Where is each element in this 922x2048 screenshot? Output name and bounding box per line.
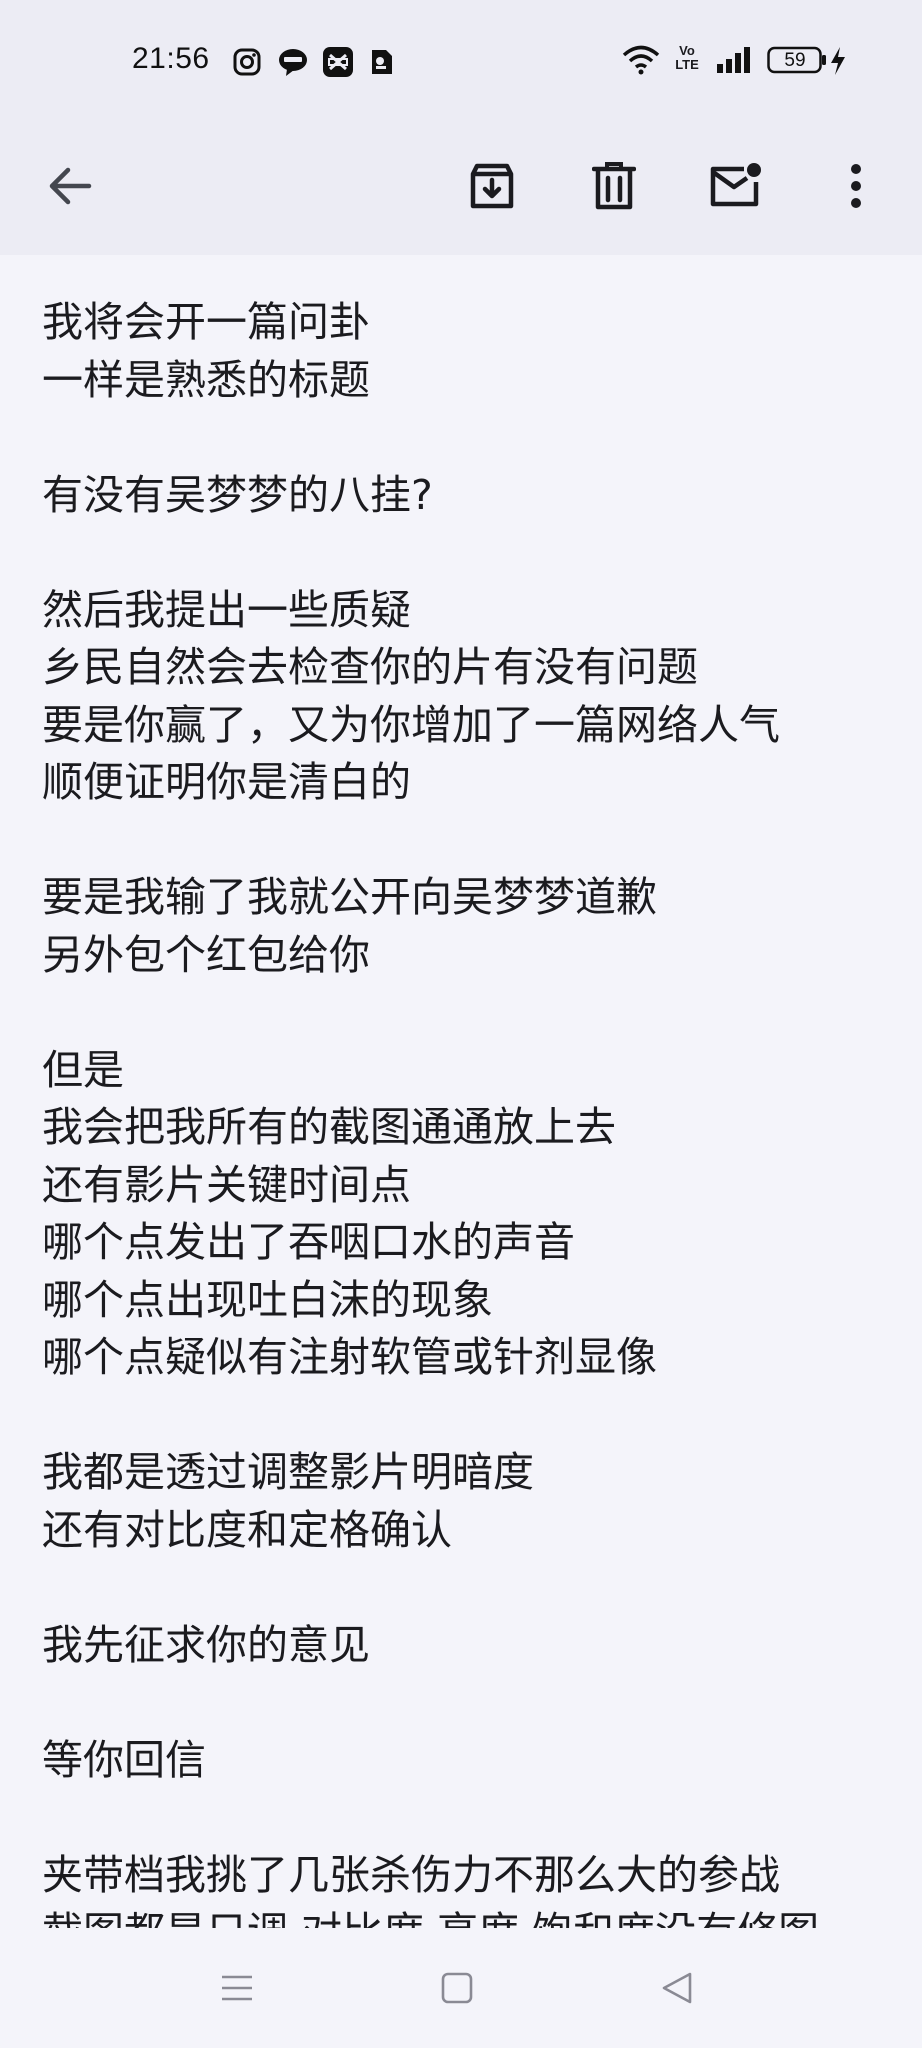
- message-line: 我都是透过调整影片明暗度: [42, 1448, 534, 1496]
- charging-icon: [829, 46, 847, 80]
- battery-level: 59: [784, 50, 806, 71]
- menu-icon: [222, 1975, 252, 2001]
- more-vert-icon: [851, 164, 861, 208]
- message-line: 乡民自然会去检查你的片有没有问题: [42, 643, 698, 691]
- status-bar: 21:56 Vo LTE 59: [0, 0, 922, 120]
- message-text: 我将会开一篇问卦 一样是熟悉的标题有没有吴梦梦的八挂? 然后我提出一些质疑乡民自然会…: [42, 294, 819, 1928]
- message-line: 要是我输了我就公开向吴梦梦道歉: [42, 873, 657, 921]
- message-line: 一样是熟悉的标题: [42, 355, 370, 404]
- message-line: 有没有吴梦梦的八挂?: [42, 470, 433, 519]
- message-body: 我将会开一篇问卦 一样是熟悉的标题有没有吴梦梦的八挂? 然后我提出一些质疑乡民自然会…: [0, 255, 922, 1928]
- message-line: 顺便证明你是清白的: [42, 758, 411, 806]
- back-triangle-icon: [662, 1972, 692, 2004]
- nav-back-button[interactable]: [647, 1958, 707, 2018]
- signal-strength-icon: [716, 46, 754, 78]
- message-line: 哪个点疑似有注射软管或针剂显像: [42, 1333, 657, 1381]
- wifi-icon: [622, 44, 660, 80]
- message-line: 哪个点出现吐白沫的现象: [42, 1275, 493, 1324]
- message-line: 我会把我所有的截图通通放上去: [42, 1103, 616, 1151]
- system-nav-bar: [0, 1928, 922, 2048]
- back-arrow-icon: [49, 167, 92, 205]
- home-button[interactable]: [427, 1958, 487, 2018]
- message-line: 我先征求你的意见: [42, 1620, 370, 1669]
- mark-unread-button[interactable]: [700, 150, 772, 222]
- message-line: 还有对比度和定格确认: [42, 1505, 452, 1554]
- gallery-notification-icon: [368, 48, 394, 80]
- message-line: 截图都是只调 对比度 亮度 饱和度没有修图: [42, 1904, 819, 1928]
- back-button[interactable]: [34, 150, 106, 222]
- message-line: 我将会开一篇问卦: [42, 298, 370, 346]
- mark-unread-icon: [710, 163, 761, 207]
- status-time: 21:56: [132, 42, 210, 75]
- recent-apps-button[interactable]: [207, 1958, 267, 2018]
- message-line: 但是: [42, 1045, 124, 1094]
- message-line: 夹带档我挑了几张杀伤力不那么大的参战: [42, 1850, 780, 1899]
- message-line: 另外包个红包给你: [42, 930, 370, 979]
- archive-icon: [470, 163, 514, 209]
- message-line: 然后我提出一些质疑: [42, 585, 411, 634]
- message-line: 要是你赢了，又为你增加了一篇网络人气: [42, 700, 780, 749]
- volte-indicator: Vo LTE: [675, 43, 699, 72]
- more-options-button[interactable]: [820, 150, 892, 222]
- message-line: 等你回信: [42, 1735, 206, 1784]
- message-line: 哪个点发出了吞咽口水的声音: [42, 1218, 575, 1266]
- message-toolbar: [0, 120, 922, 255]
- capcut-icon: [322, 46, 354, 82]
- home-square-icon: [441, 1972, 473, 2004]
- instagram-icon: [233, 48, 261, 80]
- delete-icon: [592, 162, 636, 210]
- archive-button[interactable]: [456, 150, 528, 222]
- message-line: 还有影片关键时间点: [42, 1160, 411, 1209]
- delete-button[interactable]: [578, 150, 650, 222]
- line-app-icon: [277, 46, 309, 82]
